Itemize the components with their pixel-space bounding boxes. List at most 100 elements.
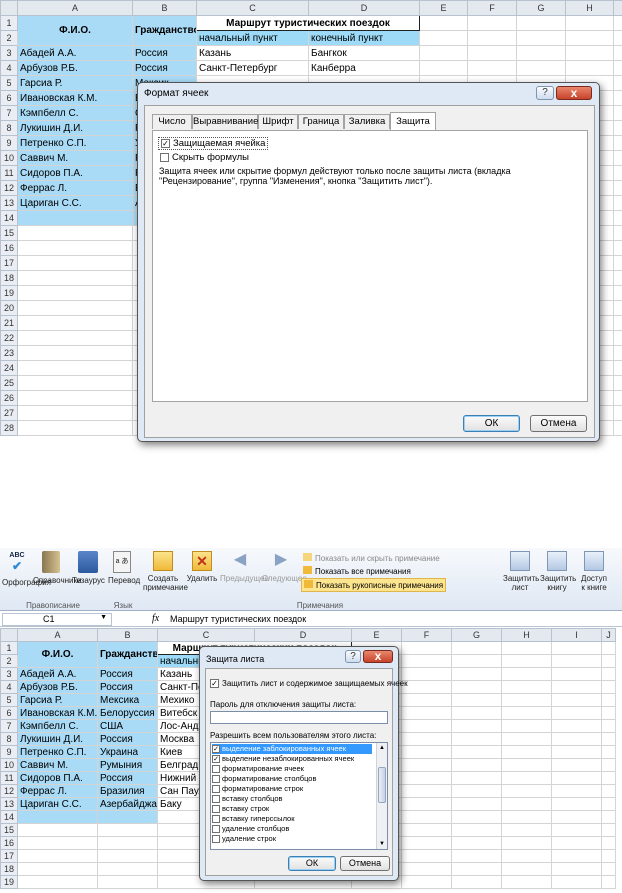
ok-button[interactable]: ОК xyxy=(288,856,336,871)
cell[interactable] xyxy=(601,732,616,746)
cell[interactable] xyxy=(17,300,133,316)
cell[interactable] xyxy=(613,105,622,121)
row-header[interactable]: 11 xyxy=(0,165,18,181)
cell[interactable] xyxy=(613,30,622,46)
column-header[interactable]: F xyxy=(467,0,517,16)
row-header[interactable]: 26 xyxy=(0,390,18,406)
country-cell[interactable]: Россия xyxy=(97,680,158,694)
cell[interactable] xyxy=(467,60,517,76)
row-header[interactable]: 28 xyxy=(0,420,18,436)
row-header[interactable]: 19 xyxy=(0,285,18,301)
cell[interactable] xyxy=(419,15,468,31)
cell[interactable] xyxy=(501,797,552,811)
row-header[interactable]: 23 xyxy=(0,345,18,361)
cell[interactable] xyxy=(17,836,98,850)
cell[interactable] xyxy=(516,30,566,46)
cell[interactable] xyxy=(401,784,452,798)
name-cell[interactable]: Феррас Л. xyxy=(17,180,133,196)
cell[interactable] xyxy=(419,30,468,46)
password-input[interactable] xyxy=(210,711,388,724)
select-all-corner[interactable] xyxy=(0,628,18,642)
permission-option[interactable]: вставку гиперссылок xyxy=(212,814,372,824)
cell[interactable] xyxy=(601,771,616,785)
column-header[interactable]: I xyxy=(551,628,602,642)
column-header[interactable]: C xyxy=(157,628,255,642)
cell[interactable] xyxy=(613,135,622,151)
cell[interactable] xyxy=(17,862,98,876)
next-note-button[interactable]: ▶ Следующее xyxy=(262,551,307,583)
cell[interactable] xyxy=(613,300,622,316)
cell[interactable] xyxy=(17,810,98,824)
name-cell[interactable]: Ивановская К.М. xyxy=(17,706,98,720)
cell[interactable] xyxy=(551,693,602,707)
column-header[interactable]: J xyxy=(601,628,616,642)
cell[interactable] xyxy=(551,784,602,798)
country-cell[interactable]: Бразилия xyxy=(97,784,158,798)
cell[interactable] xyxy=(551,719,602,733)
permission-option[interactable]: форматирование ячеек xyxy=(212,764,372,774)
row-header[interactable]: 13 xyxy=(0,195,18,211)
create-note-button[interactable]: Создать примечание xyxy=(143,551,188,592)
cell[interactable] xyxy=(467,15,517,31)
row-header[interactable]: 17 xyxy=(0,849,18,863)
cell[interactable] xyxy=(17,210,133,226)
column-header[interactable]: H xyxy=(565,0,614,16)
cell[interactable] xyxy=(451,849,502,863)
cell[interactable] xyxy=(551,641,602,655)
share-book-button[interactable]: Доступ к книге xyxy=(578,551,610,592)
header-fio[interactable]: Ф.И.О. xyxy=(17,15,133,46)
permission-option[interactable]: форматирование столбцов xyxy=(212,774,372,784)
cell[interactable] xyxy=(601,849,616,863)
name-cell[interactable]: Лукишин Д.И. xyxy=(17,732,98,746)
cell[interactable] xyxy=(501,693,552,707)
protect-book-button[interactable]: Защитить книгу xyxy=(540,551,576,592)
cell[interactable] xyxy=(501,849,552,863)
permission-option[interactable]: вставку столбцов xyxy=(212,794,372,804)
cell[interactable] xyxy=(401,836,452,850)
cell[interactable] xyxy=(97,836,158,850)
row-header[interactable]: 10 xyxy=(0,758,18,772)
cell[interactable] xyxy=(17,270,133,286)
show-hide-note-button[interactable]: Показать или скрыть примечание xyxy=(303,553,440,563)
row-header[interactable]: 16 xyxy=(0,836,18,850)
cell[interactable] xyxy=(613,375,622,391)
cell[interactable] xyxy=(565,45,614,61)
route-title[interactable]: Маршрут туристических поездок xyxy=(196,15,420,31)
start-cell[interactable]: Казань xyxy=(196,45,309,61)
row-header[interactable]: 16 xyxy=(0,240,18,256)
cell[interactable] xyxy=(451,784,502,798)
cell[interactable] xyxy=(401,823,452,837)
header-citizenship[interactable]: Гражданство xyxy=(97,641,158,668)
name-cell[interactable]: Гарсиа Р. xyxy=(17,75,133,91)
cell[interactable] xyxy=(613,120,622,136)
cell[interactable] xyxy=(401,875,452,889)
show-ink-button[interactable]: Показать рукописные примечания xyxy=(301,578,447,592)
cell[interactable] xyxy=(613,255,622,271)
cell[interactable] xyxy=(97,875,158,889)
cell[interactable] xyxy=(401,862,452,876)
cell[interactable] xyxy=(613,180,622,196)
row-header[interactable]: 7 xyxy=(0,719,18,733)
translate-button[interactable]: a あ Перевод xyxy=(108,551,140,585)
country-cell[interactable]: Мексика xyxy=(97,693,158,707)
cell[interactable] xyxy=(467,30,517,46)
cell[interactable] xyxy=(565,30,614,46)
cell[interactable] xyxy=(501,654,552,668)
cell[interactable] xyxy=(451,641,502,655)
permission-option[interactable]: ✓ выделение незаблокированных ячеек xyxy=(212,754,372,764)
cell[interactable] xyxy=(613,225,622,241)
cell[interactable] xyxy=(451,680,502,694)
formula-content[interactable]: Маршрут туристических поездок xyxy=(170,614,306,624)
cell[interactable] xyxy=(601,758,616,772)
cell[interactable] xyxy=(613,270,622,286)
row-header[interactable]: 27 xyxy=(0,405,18,421)
row-header[interactable]: 21 xyxy=(0,315,18,331)
country-cell[interactable]: Белоруссия xyxy=(97,706,158,720)
row-header[interactable]: 6 xyxy=(0,90,18,106)
cell[interactable] xyxy=(401,641,452,655)
tab-border[interactable]: Граница xyxy=(298,114,344,129)
cell[interactable] xyxy=(17,330,133,346)
scroll-up-icon[interactable]: ▲ xyxy=(377,743,387,753)
help-button[interactable]: ? xyxy=(345,650,361,663)
cell[interactable] xyxy=(613,195,622,211)
